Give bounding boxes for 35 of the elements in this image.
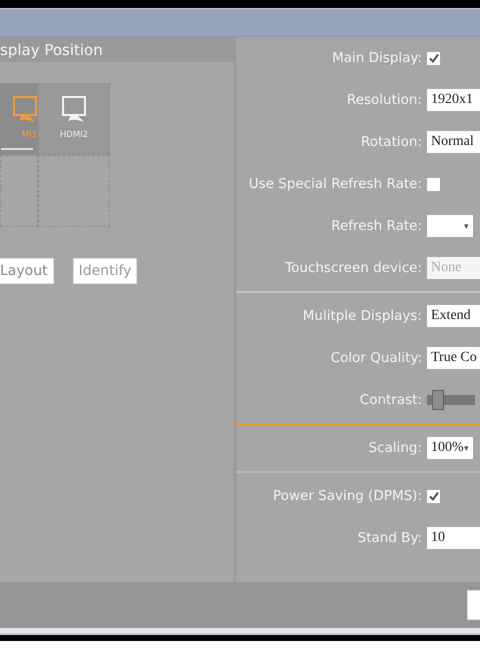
select-field[interactable]: Extend [427, 305, 480, 327]
setting-label: Scaling: [368, 440, 422, 456]
setting-label: Contrast: [358, 392, 422, 408]
select-field[interactable]: 1920x1 [427, 89, 480, 111]
checkbox[interactable] [427, 490, 440, 502]
input-field[interactable]: 10 [427, 527, 480, 549]
setting-label: Touchscreen device: [284, 260, 422, 276]
empty-display-slot [38, 155, 110, 227]
display-label: HDMI2 [60, 130, 88, 140]
setting-label: Rotation: [360, 134, 422, 150]
setting-label: Power Saving (DPMS): [272, 488, 422, 504]
checkbox[interactable] [427, 52, 440, 64]
slider-fill [427, 395, 432, 405]
monitor-icon [60, 95, 88, 125]
setting-label: Refresh Rate: [330, 218, 422, 234]
slider-track [444, 395, 475, 405]
setting-label: Color Quality: [330, 350, 422, 366]
setting-label: Use Special Refresh Rate: [248, 176, 422, 192]
select-field[interactable]: True Co [427, 347, 480, 369]
slider-thumb[interactable] [432, 390, 444, 410]
layout-button[interactable]: Layout [0, 258, 54, 284]
monitor-icon [11, 95, 37, 125]
select-field[interactable]: Normal [427, 131, 480, 153]
display-label: MI1 [22, 130, 37, 140]
setting-label: Stand By: [356, 530, 422, 546]
panel-title: splay Position [0, 37, 234, 62]
checkbox[interactable] [427, 178, 440, 190]
dropdown[interactable]: ▾ [427, 215, 473, 237]
setting-label: Resolution: [346, 92, 422, 108]
contrast-slider[interactable] [427, 390, 475, 410]
setting-label: Mulitple Displays: [302, 308, 422, 324]
caret-icon: ▾ [464, 443, 469, 453]
dropdown[interactable]: 100%▾ [427, 437, 473, 459]
setting-label: Main Display: [331, 50, 422, 66]
caret-icon: ▾ [464, 221, 469, 231]
